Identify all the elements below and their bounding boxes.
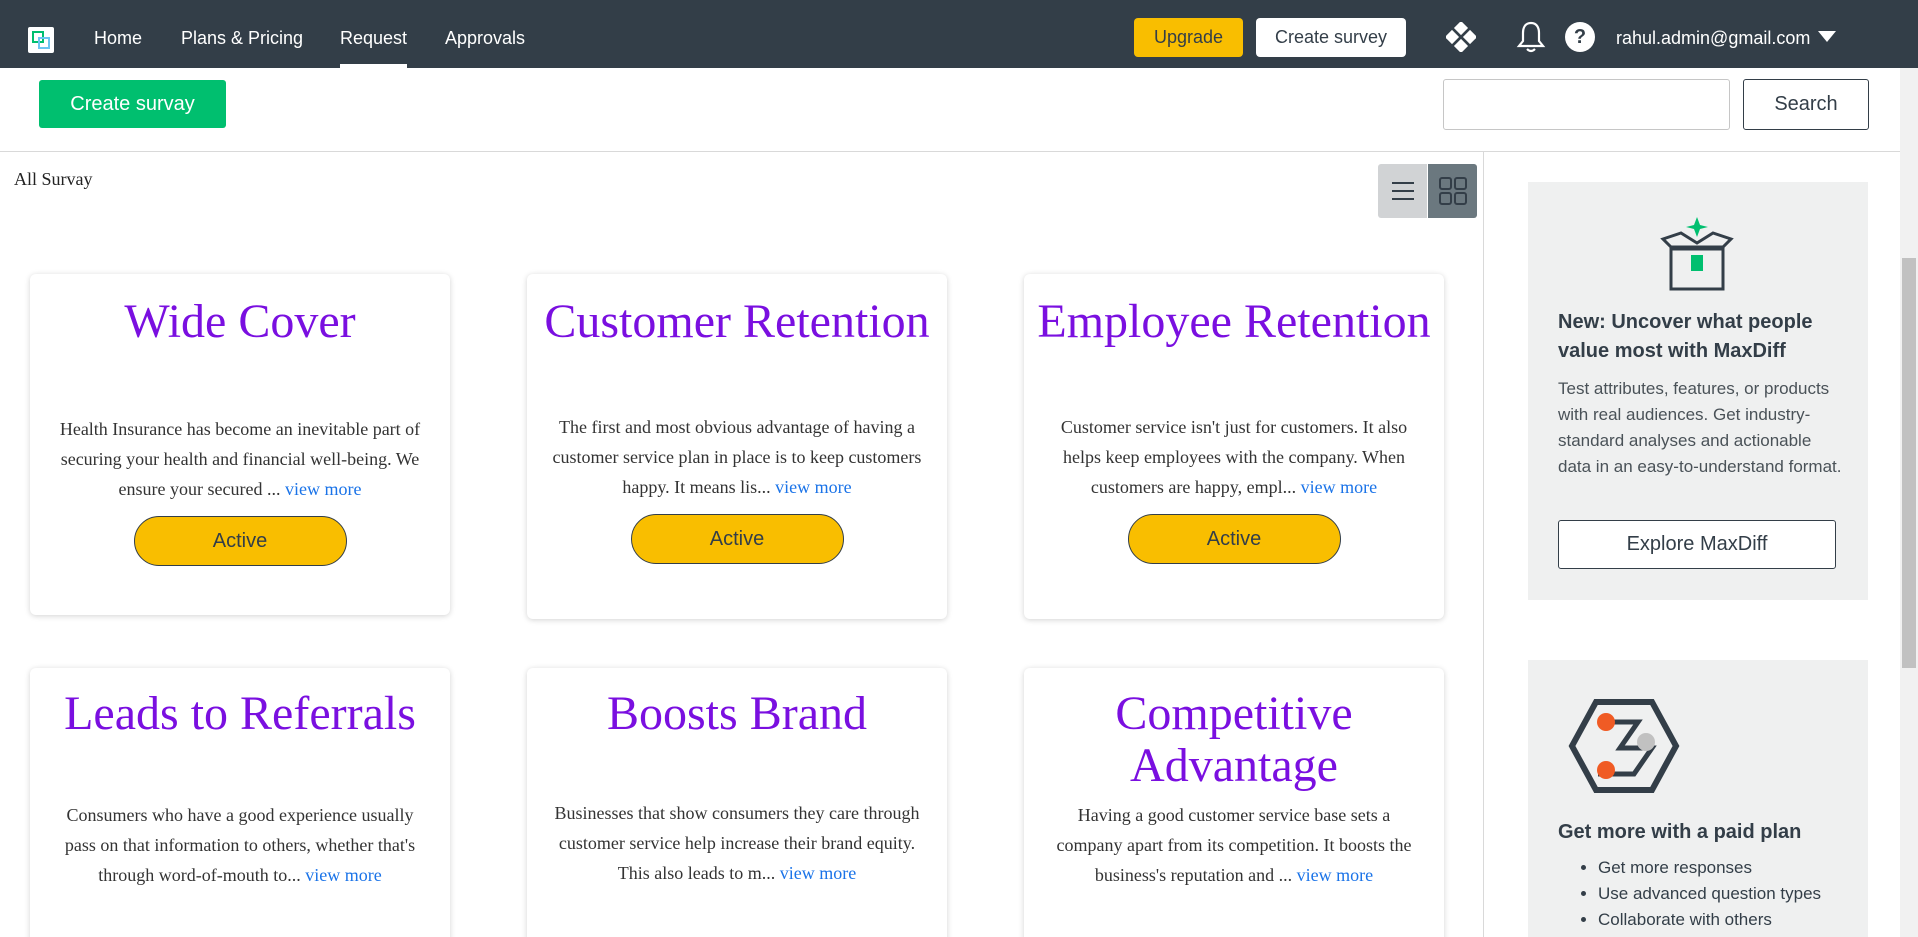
chevron-down-icon[interactable] xyxy=(1818,31,1836,42)
grid-view-toggle[interactable] xyxy=(1428,164,1477,218)
card-title: Boosts Brand xyxy=(606,687,867,740)
sidebar-divider xyxy=(1483,152,1484,937)
card-title: Wide Cover xyxy=(124,295,356,348)
card-description: Consumers who have a good experience usu… xyxy=(64,805,416,885)
logo-icon[interactable] xyxy=(28,27,54,53)
explore-maxdiff-button[interactable]: Explore MaxDiff xyxy=(1558,520,1836,569)
promo-body: Test attributes, features, or products w… xyxy=(1558,379,1842,476)
create-survey-button[interactable]: Create survey xyxy=(1256,18,1406,57)
survey-card: Customer Retention The first and most ob… xyxy=(527,274,947,619)
card-title: Employee Retention xyxy=(1037,295,1431,348)
nav-home[interactable]: Home xyxy=(94,0,142,68)
header-divider xyxy=(0,151,1900,152)
maxdiff-promo: New: Uncover what people value most with… xyxy=(1528,182,1868,600)
apps-icon[interactable] xyxy=(1446,22,1476,52)
list-item: Use advanced question types xyxy=(1598,881,1858,907)
view-more-link[interactable]: view more xyxy=(775,477,851,497)
view-more-link[interactable]: view more xyxy=(1301,477,1377,497)
view-more-link[interactable]: view more xyxy=(780,863,856,883)
promo-title: Get more with a paid plan xyxy=(1558,821,1802,843)
card-description: The first and most obvious advantage of … xyxy=(552,417,922,497)
path-hexagon-icon xyxy=(1568,699,1680,793)
search-button[interactable]: Search xyxy=(1743,79,1869,130)
card-description: Having a good customer service base sets… xyxy=(1056,805,1412,885)
survey-card: Boosts Brand Businesses that show consum… xyxy=(527,668,947,937)
nav-approvals[interactable]: Approvals xyxy=(445,0,525,68)
feature-list: Get more responses Use advanced question… xyxy=(1558,855,1858,933)
nav-request[interactable]: Request xyxy=(340,0,408,68)
create-survay-button[interactable]: Create survay xyxy=(39,80,226,128)
bell-icon[interactable] xyxy=(1516,20,1546,54)
card-description: Customer service isn't just for customer… xyxy=(1060,417,1408,497)
view-more-link[interactable]: view more xyxy=(1297,865,1373,885)
survey-card: Wide Cover Health Insurance has become a… xyxy=(30,274,450,615)
top-navigation: Home Plans & Pricing Request Approvals U… xyxy=(0,0,1918,68)
status-button[interactable]: Active xyxy=(133,516,347,566)
section-title: All Survay xyxy=(14,169,93,189)
search-input[interactable] xyxy=(1443,79,1730,130)
list-item: Get more responses xyxy=(1598,855,1858,881)
gift-box-icon xyxy=(1660,217,1734,291)
nav-plans-pricing[interactable]: Plans & Pricing xyxy=(181,0,303,68)
survey-card: Leads to Referrals Consumers who have a … xyxy=(30,668,450,937)
status-button[interactable]: Active xyxy=(1127,514,1341,564)
card-title: Customer Retention xyxy=(544,295,930,348)
list-item: Collaborate with others xyxy=(1598,907,1858,933)
card-title: Competitive Advantage xyxy=(1115,687,1353,792)
survey-card: Competitive Advantage Having a good cust… xyxy=(1024,668,1444,937)
status-button[interactable]: Active xyxy=(630,514,844,564)
card-title: Leads to Referrals xyxy=(64,687,416,740)
view-more-link[interactable]: view more xyxy=(285,479,361,499)
user-account-menu[interactable]: rahul.admin@gmail.com xyxy=(1616,0,1810,68)
paid-plan-promo: Get more with a paid plan Get more respo… xyxy=(1528,660,1868,937)
grid-icon xyxy=(1438,177,1467,205)
view-more-link[interactable]: view more xyxy=(305,865,381,885)
upgrade-button[interactable]: Upgrade xyxy=(1134,18,1243,57)
card-description: Health Insurance has become an inevitabl… xyxy=(59,419,421,499)
card-description: Businesses that show consumers they care… xyxy=(554,803,920,883)
list-view-toggle[interactable] xyxy=(1378,164,1427,218)
promo-title: New: Uncover what people value most with… xyxy=(1558,311,1813,362)
list-icon xyxy=(1391,182,1414,200)
survey-card: Employee Retention Customer service isn'… xyxy=(1024,274,1444,619)
scrollbar-thumb[interactable] xyxy=(1902,258,1916,668)
help-icon[interactable]: ? xyxy=(1565,22,1595,52)
